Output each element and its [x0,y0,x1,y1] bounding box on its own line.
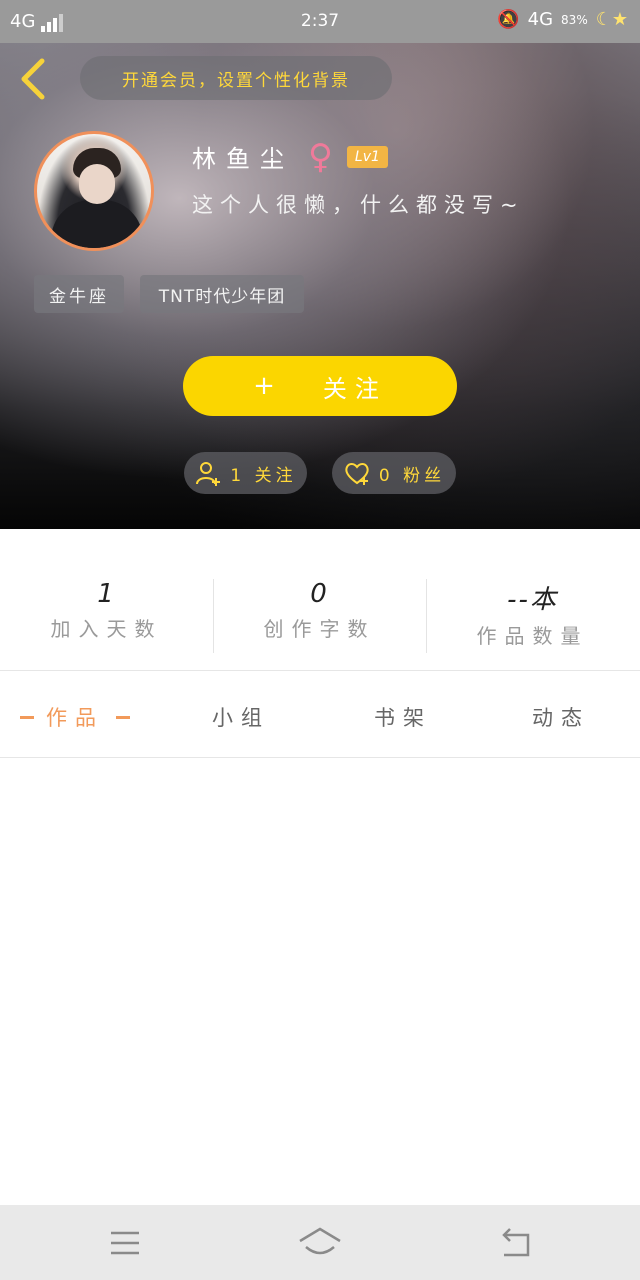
home-button[interactable] [298,1225,342,1261]
profile-tabs: 作品 小组 书架 动态 [0,672,640,758]
tag-zodiac: 金牛座 [34,275,124,313]
battery-level: 83% [561,12,588,27]
following-label: 1 关注 [230,465,297,486]
status-bar: 4G 2:37 🔕 4G 83% ☾★ [0,0,640,43]
name-row: 林鱼尘 ♀ Lv1 [192,139,388,174]
status-right: 🔕 4G 83% ☾★ [497,9,628,30]
following-button[interactable]: 1 关注 [184,452,307,494]
level-badge: Lv1 [346,145,388,168]
tab-works[interactable]: 作品 [20,702,130,732]
follow-label: 关注 [322,374,387,403]
stat-word-count: 0 创作字数 [213,579,426,642]
back-button[interactable] [14,55,54,103]
stat-value: 1 [97,579,116,609]
stats-panel: 1 加入天数 0 创作字数 --本 作品数量 [0,529,640,671]
active-dash [116,715,130,719]
menu-button[interactable] [105,1225,145,1261]
stat-label: 创作字数 [263,617,376,641]
bio: 这个人很懒，什么都没写~ [192,193,525,217]
female-icon: ♀ [308,136,333,177]
stat-value: --本 [507,585,558,615]
tag-fandom: TNT时代少年团 [140,275,304,313]
stat-works-count: --本 作品数量 [426,579,639,649]
stat-value: 0 [310,579,329,609]
username: 林鱼尘 [192,145,294,173]
tab-label: 作品 [46,706,104,730]
tab-groups[interactable]: 小组 [212,702,270,732]
follow-button[interactable]: + 关注 [183,356,457,416]
menu-icon [111,1231,139,1255]
avatar[interactable] [34,131,154,251]
moon-icon: ☾★ [595,9,628,30]
tab-content [0,759,640,1205]
plus-icon: + [253,371,283,401]
fans-button[interactable]: 0 粉丝 [332,452,456,494]
stat-label: 加入天数 [50,617,163,641]
add-user-icon [196,462,221,486]
fans-label: 0 粉丝 [378,465,446,486]
stat-label: 作品数量 [476,624,589,648]
back-icon [21,58,45,100]
mute-icon: 🔕 [497,9,520,30]
tab-bookshelf[interactable]: 书架 [374,702,432,732]
system-nav-bar [0,1205,640,1280]
stat-join-days: 1 加入天数 [0,579,213,642]
home-icon [299,1227,341,1255]
heart-plus-icon [345,463,369,485]
profile-header: 开通会员，设置个性化背景 林鱼尘 ♀ Lv1 这个人很懒，什么都没写~ 金牛座 … [0,43,640,529]
vip-background-hint[interactable]: 开通会员，设置个性化背景 [80,56,392,100]
return-icon [502,1228,530,1257]
tab-activity[interactable]: 动态 [532,702,590,732]
network-type-right: 4G [527,9,554,30]
return-button[interactable] [496,1225,536,1261]
active-dash [20,715,34,719]
